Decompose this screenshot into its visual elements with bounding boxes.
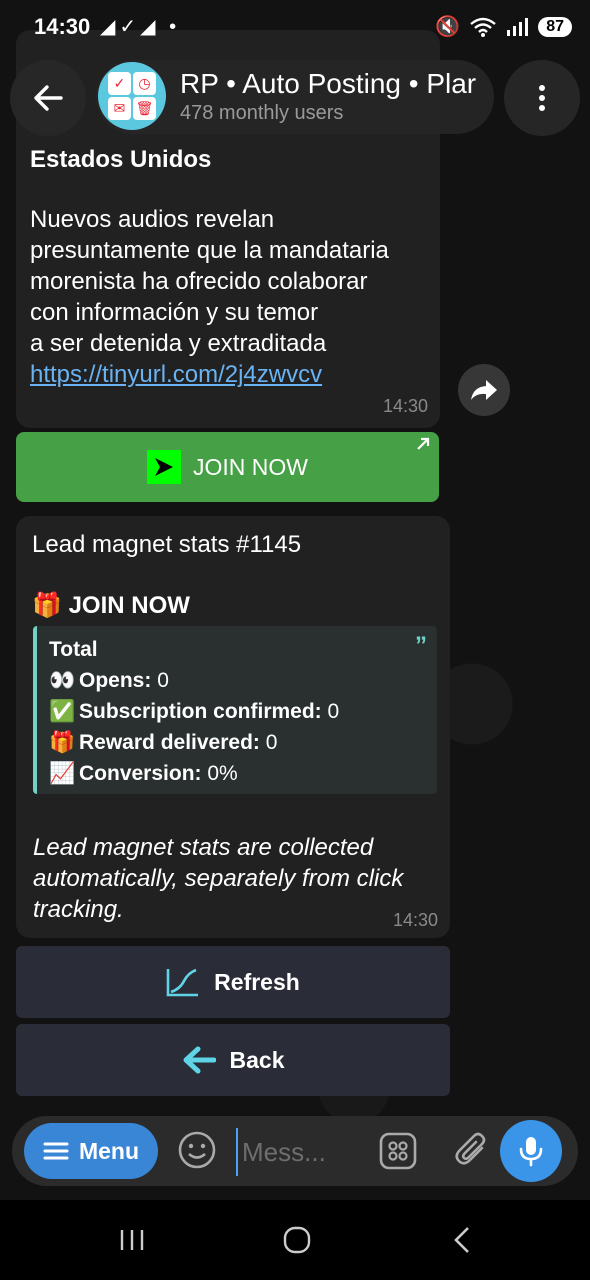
arrow-right-icon (147, 450, 181, 484)
join-now-label: JOIN NOW (193, 453, 308, 480)
more-options-button[interactable] (504, 60, 580, 136)
status-time: 14:30 (34, 14, 91, 39)
mail-icon: ✉ (108, 97, 131, 120)
stats-conversion: 📈 Conversion: 0% (49, 758, 425, 789)
conversion-label: Conversion: (79, 762, 202, 785)
gift-icon: 🎁 (49, 731, 76, 754)
back-inline-button[interactable]: Back (16, 1024, 450, 1096)
message-line: con información y su temor (30, 299, 319, 326)
signal-icon (507, 17, 529, 36)
gift-icon: 🎁 (32, 592, 62, 619)
refresh-button[interactable]: Refresh (16, 946, 450, 1018)
reward-value: 0 (265, 731, 278, 754)
check-mark-icon: ✅ (49, 700, 76, 723)
channel-title: RP • Auto Posting • Plar (180, 68, 477, 99)
stats-opens: 👀 Opens: 0 (49, 665, 425, 696)
paperclip-icon[interactable] (452, 1130, 492, 1170)
message-link[interactable]: https://tinyurl.com/2j4zwvcv (30, 359, 426, 390)
opens-value: 0 (157, 669, 169, 692)
system-back-button[interactable] (437, 1220, 487, 1260)
status-right: 🔇 87 (435, 14, 572, 39)
battery-indicator: 87 (538, 16, 572, 37)
channel-subtitle: 478 monthly users (180, 102, 344, 124)
reward-label: Reward delivered: (79, 731, 260, 754)
stats-reward: 🎁 Reward delivered: 0 (49, 727, 425, 758)
chevron-left-icon (454, 1227, 469, 1253)
stats-total: Total (49, 638, 98, 661)
forward-icon (471, 380, 497, 400)
bot-menu-button[interactable]: Menu (24, 1123, 158, 1179)
eyes-icon: 👀 (49, 669, 76, 692)
calendar-icon: ✓ (108, 72, 131, 95)
chart-up-icon: 📈 (49, 762, 76, 785)
forward-button[interactable] (458, 364, 510, 416)
stats-subscriptions: ✅ Subscription confirmed: 0 (49, 696, 425, 727)
message-time: 14:30 (392, 910, 438, 930)
join-now-button[interactable]: JOIN NOW (16, 432, 439, 502)
message-time: 14:30 (382, 396, 428, 416)
apps-grid-icon[interactable] (378, 1131, 418, 1171)
mute-icon: 🔇 (435, 16, 461, 38)
message-composer: Menu (12, 1116, 578, 1186)
clock-icon: ◷ (133, 72, 156, 95)
system-navigation-bar (0, 1200, 590, 1280)
stats-join-label: JOIN NOW (68, 592, 190, 619)
stats-join-line: 🎁 JOIN NOW (32, 590, 434, 622)
status-bar: 14:30 ◢✓◢ • 🔇 87 (0, 0, 590, 50)
emoji-icon[interactable] (177, 1130, 217, 1170)
subs-value: 0 (327, 700, 340, 723)
stats-note: Lead magnet stats are collected automati… (33, 834, 404, 923)
back-arrow-icon (34, 85, 63, 111)
message-input[interactable] (236, 1128, 364, 1176)
message-heading: Estados Unidos (30, 146, 212, 173)
recents-icon (120, 1230, 144, 1250)
message-line: presuntamente que la mandataria (30, 237, 389, 264)
stats-quote: ” Total 👀 Opens: 0 ✅ Subscription confirme… (33, 626, 437, 794)
microphone-icon (519, 1137, 543, 1167)
refresh-label: Refresh (214, 968, 300, 995)
home-button[interactable] (272, 1220, 322, 1260)
opens-label: Opens: (79, 669, 152, 692)
quote-icon: ” (415, 632, 427, 659)
voice-record-button[interactable] (500, 1120, 562, 1182)
arrow-left-icon (183, 1046, 216, 1074)
hamburger-icon (43, 1142, 69, 1160)
stats-title: Lead magnet stats #1145 (32, 531, 302, 558)
message-line: morenista ha ofrecido colaborar (30, 268, 368, 295)
more-vertical-icon (539, 85, 545, 111)
stats-message-bubble[interactable]: Lead magnet stats #1145 🎁 JOIN NOW ” Tot… (16, 516, 450, 938)
notification-icons: ◢✓◢ • (100, 16, 181, 38)
wifi-icon (470, 17, 496, 37)
message-line: Nuevos audios revelan (30, 206, 275, 233)
channel-header[interactable]: ✓ ◷ ✉ 🗑 RP • Auto Posting • Plar 478 mon… (96, 60, 494, 134)
back-label: Back (229, 1046, 285, 1073)
message-line: a ser detenida y extraditada (30, 330, 327, 357)
message-body: Nuevos audios revelan presuntamente que … (30, 204, 426, 390)
trash-icon: 🗑 (133, 97, 156, 120)
recent-apps-button[interactable] (107, 1220, 157, 1260)
conversion-value: 0% (207, 762, 238, 785)
subs-label: Subscription confirmed: (79, 700, 322, 723)
chart-line-icon (166, 968, 199, 997)
menu-label: Menu (78, 1137, 140, 1164)
home-icon (283, 1226, 311, 1254)
external-link-icon (417, 437, 430, 450)
channel-avatar[interactable]: ✓ ◷ ✉ 🗑 (98, 62, 166, 130)
back-button[interactable] (10, 60, 86, 136)
